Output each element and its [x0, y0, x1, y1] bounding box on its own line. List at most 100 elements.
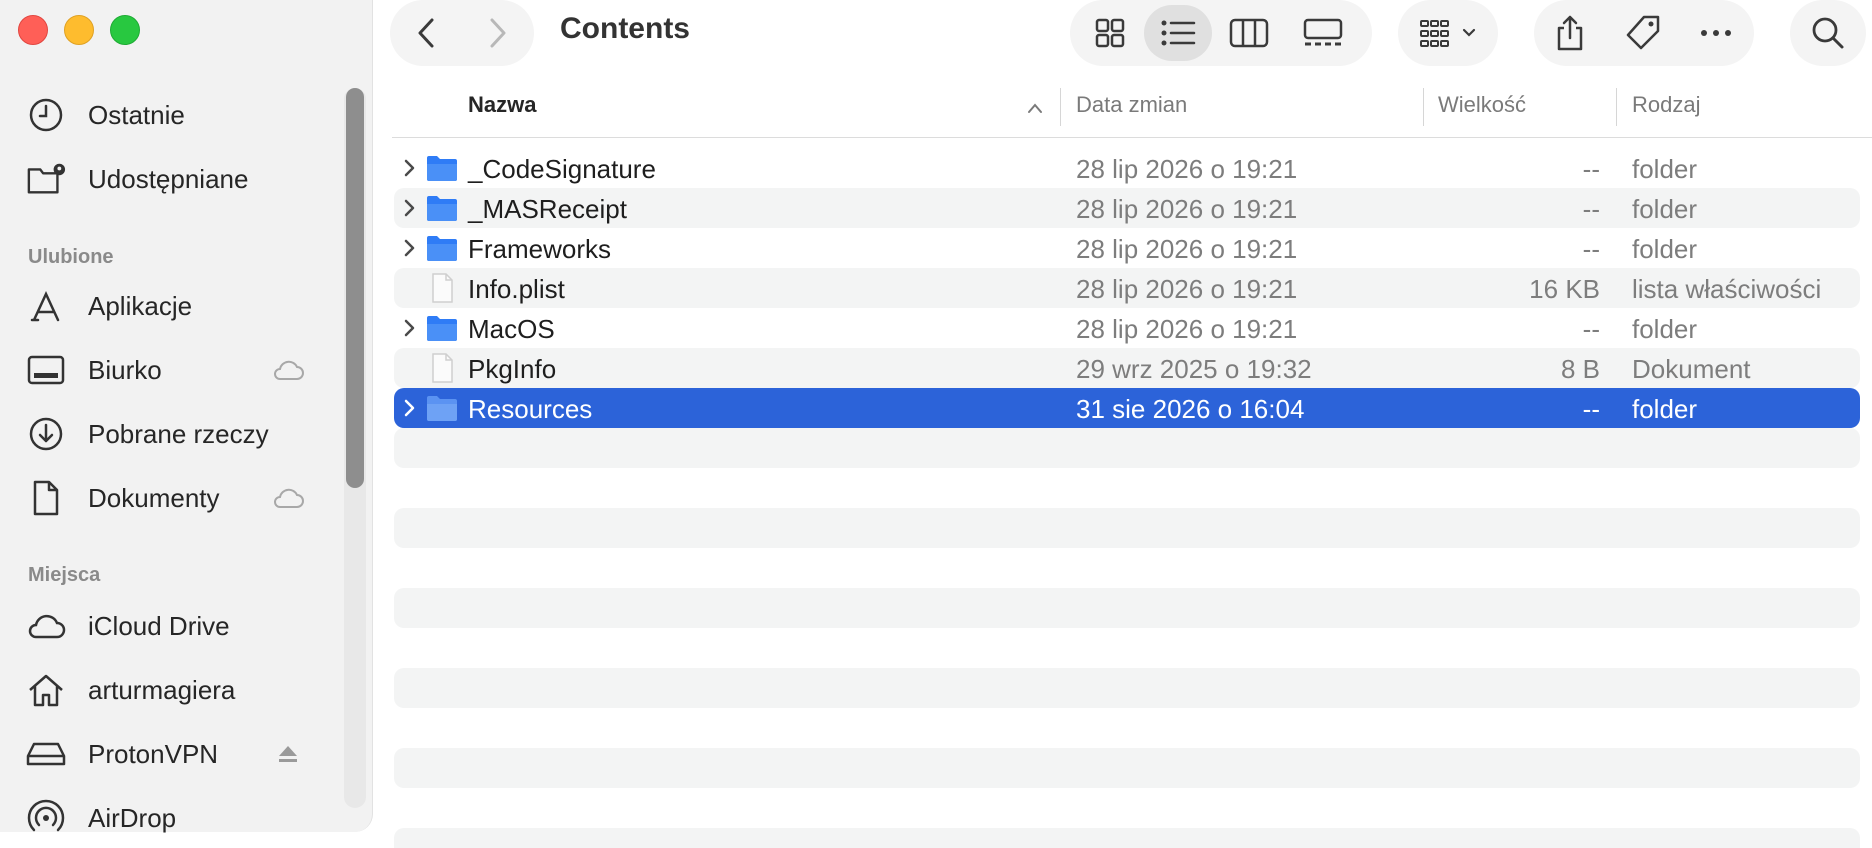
column-header-name[interactable]: Nazwa	[468, 92, 536, 118]
gallery-view-button[interactable]	[1286, 5, 1360, 61]
column-divider[interactable]	[1423, 88, 1424, 126]
search-button[interactable]	[1790, 0, 1866, 66]
home-icon	[26, 670, 66, 710]
empty-row-stripe	[394, 668, 1860, 708]
file-size: --	[1582, 234, 1600, 264]
sidebar-item-label: ProtonVPN	[88, 738, 219, 769]
sidebar-item-icloud-drive[interactable]: iCloud Drive	[26, 602, 316, 650]
file-kind: lista właściwości	[1632, 274, 1822, 304]
document-file-icon	[426, 353, 458, 383]
document-icon	[26, 478, 66, 518]
file-size: --	[1582, 314, 1600, 344]
window-title: Contents	[560, 12, 690, 45]
file-row[interactable]: Frameworks 28 lip 2026 o 19:21 -- folder	[394, 228, 1860, 268]
close-window-button[interactable]	[18, 15, 48, 45]
share-icon	[1557, 15, 1583, 51]
empty-row-stripe	[394, 748, 1860, 788]
file-date: 28 lip 2026 o 19:21	[1076, 194, 1298, 224]
search-icon	[1812, 17, 1844, 49]
eject-icon[interactable]	[270, 740, 306, 768]
clock-icon	[26, 95, 66, 135]
file-kind: Dokument	[1632, 354, 1751, 384]
file-row[interactable]: PkgInfo 29 wrz 2025 o 19:32 8 B Dokument	[394, 348, 1860, 388]
file-date: 28 lip 2026 o 19:21	[1076, 154, 1298, 184]
header-separator	[392, 137, 1872, 138]
more-actions-button[interactable]	[1680, 5, 1752, 61]
actions-pill	[1534, 0, 1754, 66]
column-header-date[interactable]: Data zmian	[1076, 92, 1187, 118]
sidebar-item-documents[interactable]: Dokumenty	[26, 474, 316, 522]
file-date: 28 lip 2026 o 19:21	[1076, 314, 1298, 344]
sidebar-item-label: Biurko	[88, 354, 162, 385]
sidebar-item-label: Aplikacje	[88, 290, 193, 321]
file-size: --	[1582, 394, 1600, 424]
disclosure-chevron-icon[interactable]	[400, 194, 420, 222]
back-button[interactable]	[390, 5, 462, 61]
sidebar-item-label: Pobrane rzeczy	[88, 418, 269, 449]
file-row[interactable]: Resources 31 sie 2026 o 16:04 -- folder	[394, 388, 1860, 428]
drive-icon	[26, 734, 66, 774]
column-header-kind[interactable]: Rodzaj	[1632, 92, 1700, 118]
list-icon	[1161, 20, 1196, 46]
sidebar-item-airdrop[interactable]: AirDrop	[26, 794, 316, 842]
minimize-window-button[interactable]	[64, 15, 94, 45]
sidebar-item-applications[interactable]: Aplikacje	[26, 282, 316, 330]
document-file-icon	[426, 273, 458, 303]
file-row[interactable]: MacOS 28 lip 2026 o 19:21 -- folder	[394, 308, 1860, 348]
file-name: Resources	[468, 394, 593, 424]
sidebar-item-recents[interactable]: Ostatnie	[26, 91, 316, 139]
folder-icon	[426, 233, 458, 263]
disclosure-chevron-icon[interactable]	[400, 154, 420, 182]
sidebar-item-desktop[interactable]: Biurko	[26, 346, 316, 394]
file-name: Frameworks	[468, 234, 612, 264]
sidebar-item-shared[interactable]: Udostępniane	[26, 155, 316, 203]
column-view-button[interactable]	[1212, 5, 1286, 61]
column-header-size[interactable]: Wielkość	[1438, 92, 1526, 118]
tag-icon	[1626, 15, 1660, 50]
file-kind: folder	[1632, 154, 1698, 184]
sidebar-item-label: iCloud Drive	[88, 610, 230, 641]
disclosure-chevron-icon[interactable]	[400, 394, 420, 422]
sidebar-item-label: Ostatnie	[88, 99, 185, 130]
file-date: 31 sie 2026 o 16:04	[1076, 394, 1305, 424]
tags-button[interactable]	[1606, 5, 1680, 61]
file-size: 8 B	[1560, 354, 1600, 384]
empty-row-stripe	[394, 508, 1860, 548]
sidebar-item-label: Dokumenty	[88, 482, 220, 513]
sidebar-item-label: arturmagiera	[88, 674, 236, 705]
file-kind: folder	[1632, 234, 1698, 264]
chevron-left-icon	[418, 18, 434, 48]
sidebar-scrollbar-thumb[interactable]	[346, 88, 364, 488]
file-size: --	[1582, 194, 1600, 224]
list-view-button[interactable]	[1144, 5, 1212, 61]
view-mode-pill	[1070, 0, 1372, 66]
folder-icon	[426, 193, 458, 223]
file-name: _MASReceipt	[468, 194, 627, 224]
sidebar: Ostatnie Udostępniane Ulubione Aplikacje…	[0, 0, 373, 833]
column-divider[interactable]	[1060, 88, 1061, 126]
sidebar-item-downloads[interactable]: Pobrane rzeczy	[26, 410, 316, 458]
group-by-button[interactable]	[1398, 0, 1498, 66]
columns-icon	[1229, 18, 1269, 48]
disclosure-chevron-icon[interactable]	[400, 234, 420, 262]
sidebar-item-home[interactable]: arturmagiera	[26, 666, 316, 714]
disclosure-chevron-icon[interactable]	[400, 314, 420, 342]
file-kind: folder	[1632, 194, 1698, 224]
sidebar-item-protonvpn[interactable]: ProtonVPN	[26, 730, 316, 778]
grid-icon	[1095, 18, 1125, 48]
file-row[interactable]: _CodeSignature 28 lip 2026 o 19:21 -- folde…	[394, 148, 1860, 188]
folder-icon	[426, 393, 458, 423]
sidebar-item-label: Udostępniane	[88, 163, 249, 194]
zoom-window-button[interactable]	[110, 15, 140, 45]
forward-button[interactable]	[462, 5, 534, 61]
navigation-pill	[390, 0, 534, 66]
column-divider[interactable]	[1616, 88, 1617, 126]
file-row[interactable]: Info.plist 28 lip 2026 o 19:21 16 KB lista …	[394, 268, 1860, 308]
file-size: --	[1582, 154, 1600, 184]
icon-view-button[interactable]	[1076, 5, 1144, 61]
file-row[interactable]: _MASReceipt 28 lip 2026 o 19:21 -- folder	[394, 188, 1860, 228]
chevron-right-icon	[490, 18, 506, 48]
file-name: PkgInfo	[468, 354, 557, 384]
chevron-down-icon	[1462, 28, 1476, 37]
share-button[interactable]	[1534, 5, 1606, 61]
